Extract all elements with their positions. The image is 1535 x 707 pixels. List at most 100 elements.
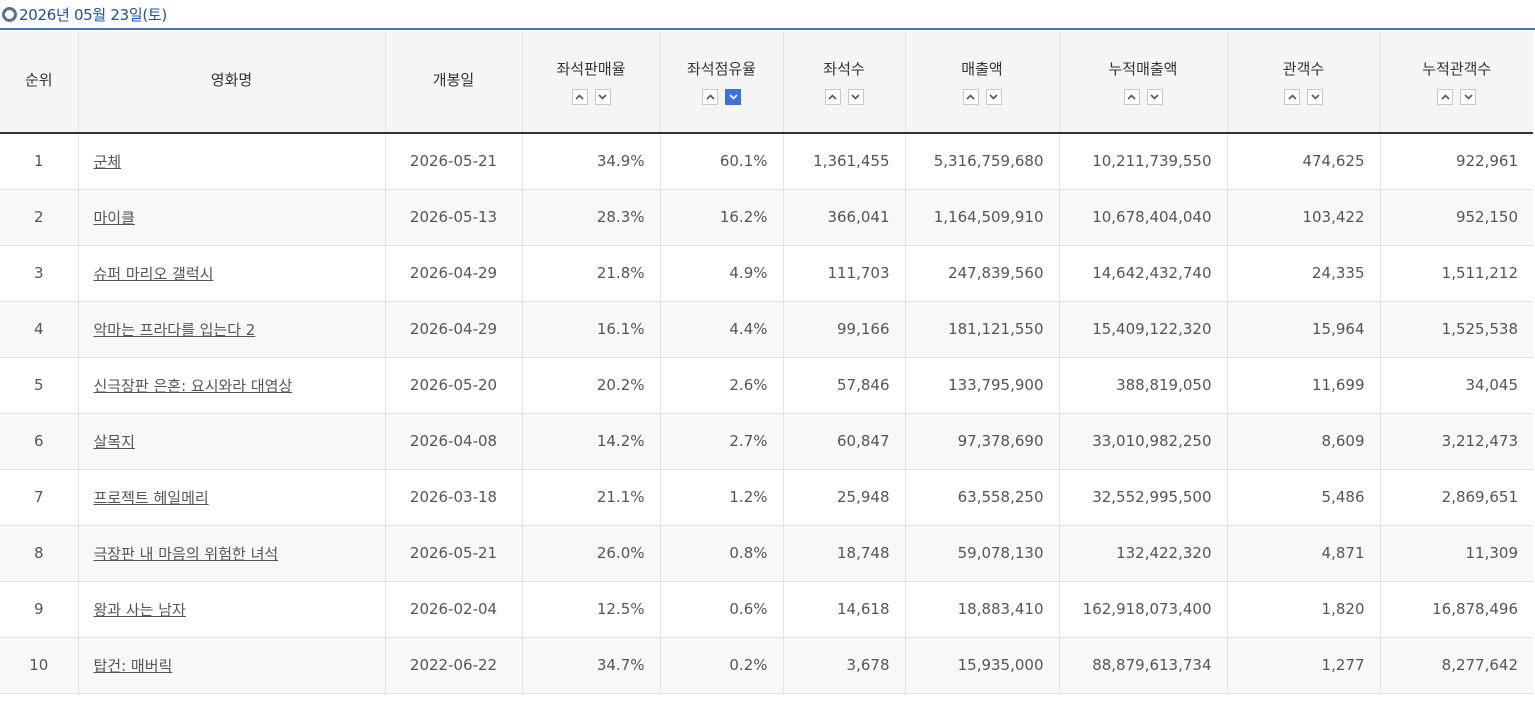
cell-cum-audience: 1,511,212 [1380, 245, 1533, 302]
table-row: 4 악마는 프라다를 입는다 2 2026-04-29 16.1% 4.4% 99,166… [0, 301, 1533, 358]
cell-seat-sales-rate: 14.2% [522, 413, 661, 470]
chevron-up-icon [828, 94, 837, 100]
cell-movie-name: 극장판 내 마음의 위험한 녀석 [78, 525, 386, 582]
cell-seat-share: 16.2% [660, 189, 784, 246]
movie-title-link[interactable]: 탑건: 매버릭 [94, 657, 173, 675]
cell-rank: 3 [0, 245, 79, 302]
column-header-label: 개봉일 [432, 71, 475, 89]
column-header-seat-count: 좌석수 [783, 32, 906, 134]
sort-descending-button[interactable] [847, 89, 864, 105]
cell-rank: 10 [0, 637, 79, 694]
cell-seat-share: 0.2% [660, 637, 784, 694]
sort-descending-button[interactable] [594, 89, 611, 105]
sort-descending-button[interactable] [1460, 89, 1477, 105]
cell-seat-count: 99,166 [783, 301, 906, 358]
cell-audience: 15,964 [1227, 301, 1381, 358]
sort-controls [1228, 89, 1380, 105]
cell-seat-share: 60.1% [660, 133, 784, 190]
sort-ascending-button[interactable] [571, 89, 588, 105]
sort-controls [1381, 89, 1534, 105]
cell-seat-sales-rate: 12.5% [522, 581, 661, 638]
movie-title-link[interactable]: 프로젝트 헤일메리 [94, 489, 209, 507]
cell-seat-sales-rate: 20.2% [522, 357, 661, 414]
sort-descending-button[interactable] [985, 89, 1002, 105]
cell-cum-sales: 32,552,995,500 [1059, 469, 1228, 526]
cell-movie-name: 마이클 [78, 189, 386, 246]
movie-title-link[interactable]: 악마는 프라다를 입는다 2 [94, 321, 256, 339]
cell-seat-share: 2.6% [660, 357, 784, 414]
sort-ascending-button[interactable] [824, 89, 841, 105]
sort-controls [906, 89, 1059, 105]
column-header-rank: 순위 [0, 32, 79, 134]
cell-open-date: 2026-02-04 [385, 581, 523, 638]
sort-descending-button[interactable] [725, 89, 741, 105]
cell-seat-sales-rate: 28.3% [522, 189, 661, 246]
column-header-label: 관객수 [1282, 60, 1325, 78]
circle-bullet-icon [2, 7, 17, 22]
column-header-sales: 매출액 [905, 32, 1060, 134]
column-header-label: 누적관객수 [1422, 60, 1492, 78]
cell-seat-count: 1,361,455 [783, 133, 906, 190]
cell-cum-sales: 10,678,404,040 [1059, 189, 1228, 246]
cell-rank: 8 [0, 525, 79, 582]
cell-cum-sales: 14,642,432,740 [1059, 245, 1228, 302]
cell-seat-sales-rate: 34.7% [522, 637, 661, 694]
sort-descending-button[interactable] [1146, 89, 1163, 105]
cell-audience: 5,486 [1227, 469, 1381, 526]
column-header-label: 누적매출액 [1108, 60, 1178, 78]
cell-open-date: 2026-04-08 [385, 413, 523, 470]
cell-seat-count: 366,041 [783, 189, 906, 246]
movie-title-link[interactable]: 슈퍼 마리오 갤럭시 [94, 265, 214, 283]
table-row: 2 마이클 2026-05-13 28.3% 16.2% 366,041 1,164,509… [0, 189, 1533, 246]
movie-title-link[interactable]: 군체 [94, 153, 122, 171]
column-header-cum-audience: 누적관객수 [1380, 32, 1534, 134]
movie-title-link[interactable]: 극장판 내 마음의 위험한 녀석 [94, 545, 279, 563]
sort-controls [1060, 89, 1227, 105]
cell-sales: 247,839,560 [905, 245, 1060, 302]
cell-open-date: 2026-04-29 [385, 245, 523, 302]
cell-open-date: 2026-05-21 [385, 525, 523, 582]
cell-seat-count: 14,618 [783, 581, 906, 638]
chevron-up-icon [575, 94, 584, 100]
cell-seat-share: 4.4% [660, 301, 784, 358]
chevron-down-icon [728, 94, 738, 100]
movie-title-link[interactable]: 마이클 [94, 209, 135, 227]
column-header-movie-name: 영화명 [78, 32, 386, 134]
column-header-label: 좌석수 [823, 60, 865, 78]
chevron-down-icon [1310, 94, 1320, 100]
column-header-label: 좌석판매율 [556, 60, 626, 78]
cell-cum-audience: 1,525,538 [1380, 301, 1533, 358]
sort-controls [784, 89, 905, 105]
movie-title-link[interactable]: 신극장판 은혼: 요시와라 대염상 [94, 377, 293, 395]
column-header-open-date: 개봉일 [385, 32, 523, 134]
cell-seat-sales-rate: 16.1% [522, 301, 661, 358]
sort-ascending-button[interactable] [1437, 89, 1454, 105]
chevron-up-icon [705, 94, 715, 100]
sort-descending-button[interactable] [1307, 89, 1323, 105]
movie-title-link[interactable]: 살목지 [94, 433, 135, 451]
cell-sales: 15,935,000 [905, 637, 1060, 694]
cell-cum-sales: 388,819,050 [1059, 357, 1228, 414]
movie-title-link[interactable]: 왕과 사는 남자 [94, 601, 186, 619]
cell-audience: 4,871 [1227, 525, 1381, 582]
cell-movie-name: 군체 [78, 133, 386, 190]
cell-cum-audience: 16,878,496 [1380, 581, 1533, 638]
cell-movie-name: 살목지 [78, 413, 386, 470]
sort-ascending-button[interactable] [962, 89, 979, 105]
cell-movie-name: 프로젝트 헤일메리 [78, 469, 386, 526]
cell-rank: 7 [0, 469, 79, 526]
cell-open-date: 2026-04-29 [385, 301, 523, 358]
cell-audience: 1,277 [1227, 637, 1381, 694]
table-row: 1 군체 2026-05-21 34.9% 60.1% 1,361,455 5,316,75… [0, 133, 1533, 190]
column-header-seat-sales-rate: 좌석판매율 [522, 32, 661, 134]
sort-ascending-button[interactable] [1284, 89, 1300, 105]
cell-open-date: 2026-05-21 [385, 133, 523, 190]
cell-seat-share: 2.7% [660, 413, 784, 470]
cell-seat-sales-rate: 34.9% [522, 133, 661, 190]
cell-open-date: 2026-03-18 [385, 469, 523, 526]
cell-sales: 181,121,550 [905, 301, 1060, 358]
sort-ascending-button[interactable] [1123, 89, 1140, 105]
sort-ascending-button[interactable] [702, 89, 718, 105]
cell-cum-audience: 34,045 [1380, 357, 1533, 414]
column-header-audience: 관객수 [1227, 32, 1381, 134]
